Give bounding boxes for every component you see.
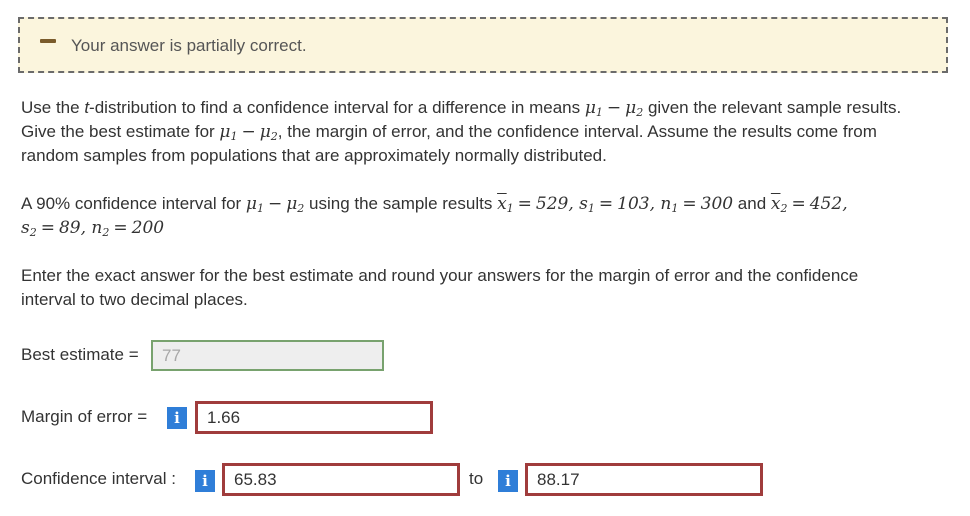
ci-upper-value: 88.17: [537, 469, 580, 489]
text: Enter the exact answer for the best esti…: [21, 266, 859, 285]
best-estimate-input[interactable]: 77: [151, 340, 384, 371]
text: given the relevant sample results.: [643, 98, 902, 117]
feedback-message: Your answer is partially correct.: [71, 36, 307, 55]
partial-correct-icon: [40, 39, 56, 43]
ci-lower-value: 65.83: [234, 469, 277, 489]
ci-upper-input[interactable]: 88.17: [525, 463, 763, 496]
text: Use the: [21, 98, 85, 117]
margin-of-error-value: 1.66: [207, 407, 241, 427]
text: and: [733, 194, 771, 213]
mu-diff: μ1− μ2: [245, 194, 305, 215]
to-label: to: [469, 469, 484, 488]
feedback-banner: Your answer is partially correct.: [18, 17, 948, 73]
info-icon[interactable]: i: [498, 470, 518, 492]
text: , the margin of error, and the confidenc…: [277, 122, 877, 141]
mu-diff: μ1− μ2: [584, 98, 644, 119]
instructions: Enter the exact answer for the best esti…: [21, 264, 961, 312]
info-icon[interactable]: i: [195, 470, 215, 492]
margin-of-error-input[interactable]: 1.66: [195, 401, 433, 434]
best-estimate-value: 77: [162, 345, 181, 365]
text: A 90% confidence interval for: [21, 194, 246, 213]
info-icon[interactable]: i: [167, 407, 187, 429]
sample-stat-x2: x2 = 452,: [770, 194, 848, 215]
best-estimate-label: Best estimate =: [21, 345, 139, 364]
sample-stats-1: x1 = 529, s1 = 103, n1 = 300: [497, 194, 734, 215]
problem-statement: Use the t-distribution to find a confide…: [21, 96, 961, 168]
confidence-interval-label: Confidence interval :: [21, 469, 176, 488]
text: using the sample results: [304, 194, 498, 213]
mu-diff: μ1− μ2: [219, 122, 278, 143]
ci-lower-input[interactable]: 65.83: [222, 463, 460, 496]
text: interval to two decimal places.: [21, 290, 248, 309]
margin-of-error-label: Margin of error =: [21, 407, 148, 426]
sample-results: A 90% confidence interval for μ1− μ2 usin…: [21, 192, 961, 240]
sample-stats-2: s2 = 89, n2 = 200: [21, 218, 165, 239]
text: random samples from populations that are…: [21, 146, 607, 165]
text: -distribution to find a confidence inter…: [89, 98, 585, 117]
text: Give the best estimate for: [21, 122, 220, 141]
